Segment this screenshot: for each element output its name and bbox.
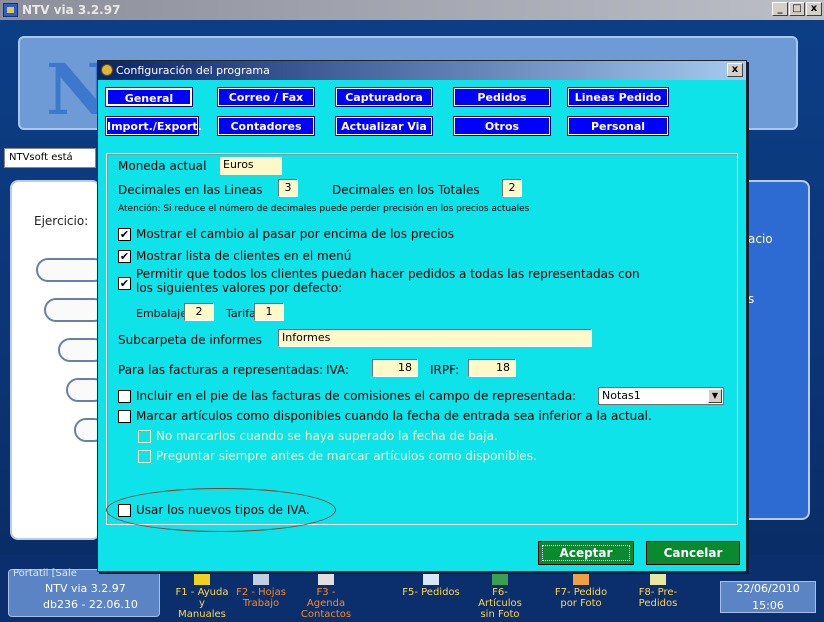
right-panel-text: s [748,292,755,306]
left-panel: Ejercicio: [10,180,106,540]
incluir-checkbox[interactable] [118,390,131,403]
dialog-title: Configuración del programa [116,64,270,77]
f2-worksheets-button[interactable]: F2 - Hojas Trabajo [234,571,288,609]
subcarpeta-input[interactable]: Informes [278,329,592,347]
preguntar-label: Preguntar siempre antes de marcar artícu… [156,449,537,463]
atencion-note: Atención: Si reduce el número de decimal… [118,204,530,214]
ejercicio-label: Ejercicio: [34,214,89,228]
app-title: NTV via 3.2.97 [22,3,121,17]
facturas-label: Para las facturas a representadas: [118,363,324,377]
irpf-label: IRPF: [430,363,460,377]
iva-label: IVA: [326,363,350,377]
status-box: Portatil [Sale NTV via 3.2.97 db236 - 22… [8,568,160,617]
settings-icon [101,64,113,76]
tab-pedidos[interactable]: Pedidos [453,87,551,107]
iva-input[interactable]: 18 [372,359,418,377]
worksheet-icon [253,571,269,585]
permitir-label-line1: Permitir que todos los clientes puedan h… [136,267,640,281]
mostrar-lista-label: Mostrar lista de clientes en el menú [136,249,352,263]
no-marcarlos-checkbox[interactable] [138,430,151,443]
moneda-value[interactable]: Euros [220,157,282,175]
f3-agenda-button[interactable]: F3 - Agenda Contactos [296,571,356,620]
permitir-label-line2: los siguientes valores por defecto: [136,281,343,295]
f8-preorders-button[interactable]: F8- Pre-Pedidos [622,571,694,609]
decimales-lineas-label: Decimales en las Lineas [118,183,263,197]
mostrar-cambio-label: Mostrar el cambio al pasar por encima de… [136,227,455,241]
accept-button[interactable]: Aceptar [538,541,634,565]
incluir-label: Incluir en el pie de las facturas de com… [136,389,577,403]
moneda-label: Moneda actual [118,159,207,173]
tab-import-export[interactable]: Import./Export. [105,116,202,136]
articles-icon [492,571,508,585]
tab-lineas-pedido[interactable]: Lineas Pedido [567,87,669,107]
preguntar-checkbox[interactable] [138,450,151,463]
permitir-checkbox[interactable]: ✔ [118,277,131,290]
date-text: 22/06/2010 [736,582,800,595]
embalaje-label: Embalaje [136,307,188,320]
embalaje-input[interactable]: 2 [184,303,214,321]
tarifa-label: Tarifa [226,307,256,320]
representada-field-select[interactable]: Notas1 ▼ [598,387,724,405]
config-dialog: Configuración del programa x General Cor… [97,60,747,572]
subcarpeta-label: Subcarpeta de informes [118,333,262,347]
dialog-close-button[interactable]: x [727,63,743,77]
tarifa-input[interactable]: 1 [254,303,284,321]
no-marcarlos-label: No marcarlos cuando se haya superado la … [156,429,498,443]
representada-select-value: Notas1 [602,389,641,402]
agenda-icon [318,571,334,585]
tab-contadores[interactable]: Contadores [217,116,315,136]
menu-pill[interactable] [36,258,106,282]
preorders-icon [650,571,666,585]
db-text: db236 - 22.06.10 [43,598,138,611]
app-icon [3,3,18,17]
decimales-lineas-input[interactable]: 3 [278,179,298,197]
tab-actualizar-via[interactable]: Actualizar Via [335,116,433,136]
close-window-button[interactable]: x [806,2,822,16]
mostrar-cambio-checkbox[interactable]: ✔ [118,228,131,241]
datetime-box: 22/06/2010 15:06 [720,581,816,613]
minimize-button[interactable]: _ [772,2,788,16]
tab-personal[interactable]: Personal [567,116,669,136]
f5-orders-button[interactable]: F5- Pedidos [398,571,464,598]
app-titlebar: NTV via 3.2.97 _ □ x [0,0,824,20]
cancel-button[interactable]: Cancelar [646,541,740,565]
orders-icon [423,571,439,585]
nuevos-iva-checkbox[interactable] [118,504,131,517]
f1-help-button[interactable]: F1 - Ayuda y Manuales [174,571,230,620]
f7-photo-order-button[interactable]: F7- Pedido por Foto [548,571,614,609]
photo-order-icon [573,571,589,585]
tab-capturadora[interactable]: Capturadora [335,87,433,107]
nuevos-iva-label: Usar los nuevos tipos de IVA. [136,503,310,517]
decimales-totales-label: Decimales en los Totales [332,183,480,197]
tab-otros[interactable]: Otros [453,116,551,136]
decimales-totales-input[interactable]: 2 [502,179,522,197]
tab-general[interactable]: General [105,87,193,107]
dialog-titlebar: Configuración del programa x [98,61,746,80]
marcar-disponibles-checkbox[interactable] [118,410,131,423]
help-icon [194,571,210,585]
maximize-button[interactable]: □ [789,2,805,16]
info-strip: NTVsoft está [4,148,96,168]
tab-correo-fax[interactable]: Correo / Fax [217,87,315,107]
right-panel: acio s [738,180,810,520]
portal-label: Portatil [Sale [13,568,77,579]
chevron-down-icon[interactable]: ▼ [708,389,722,403]
time-text: 15:06 [752,599,784,612]
right-panel-text: acio [748,232,773,246]
version-text: NTV via 3.2.97 [45,582,126,595]
irpf-input[interactable]: 18 [468,359,516,377]
marcar-disponibles-label: Marcar artículos como disponibles cuando… [136,409,652,423]
f6-articles-button[interactable]: F6- Artículos sin Foto [472,571,528,620]
mostrar-lista-checkbox[interactable]: ✔ [118,250,131,263]
